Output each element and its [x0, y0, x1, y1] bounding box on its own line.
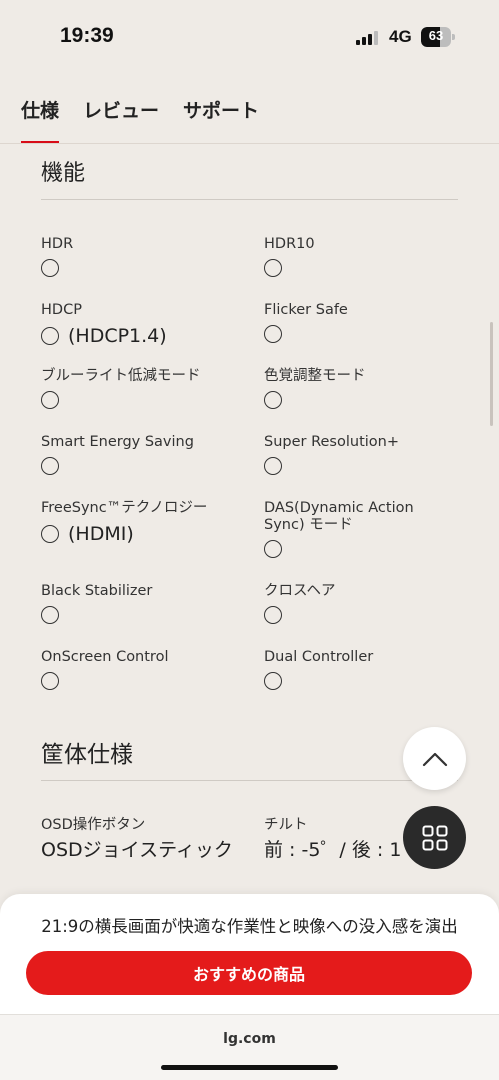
spec-blue-light: ブルーライト低減モード — [41, 368, 241, 409]
section-divider — [41, 780, 458, 781]
spec-label: チルト — [264, 817, 308, 833]
spec-label: OSD操作ボタン — [41, 817, 146, 833]
circle-icon — [264, 325, 282, 343]
grid-icon — [422, 825, 447, 850]
circle-icon — [264, 540, 282, 558]
circle-icon — [41, 327, 59, 345]
section-title-functions: 機能 — [41, 161, 86, 186]
scrollbar[interactable] — [490, 322, 493, 426]
spec-label: Dual Controller — [264, 649, 374, 665]
spec-color-weakness: 色覚調整モード — [264, 368, 464, 409]
circle-icon — [41, 391, 59, 409]
spec-hdr10: HDR10 — [264, 236, 464, 277]
circle-icon — [264, 259, 282, 277]
spec-label: HDCP — [41, 302, 82, 318]
spec-super-resolution: Super Resolution+ — [264, 434, 464, 475]
network-type: 4G — [389, 27, 412, 46]
spec-tilt: チルト 前 : -5゜/ 後 : 1 — [264, 817, 424, 862]
spec-value: OSDジョイスティック — [41, 839, 233, 861]
section-title-housing: 筐体仕様 — [41, 742, 133, 768]
promo-sheet: 21:9の横長画面が快適な作業性と映像への没入感を演出 おすすめの商品 — [0, 894, 499, 1014]
home-indicator[interactable] — [161, 1065, 338, 1070]
spec-value: (HDCP1.4) — [68, 325, 167, 347]
section-divider — [41, 199, 458, 200]
promo-text: 21:9の横長画面が快適な作業性と映像への没入感を演出 — [41, 917, 458, 936]
spec-osd-button: OSD操作ボタン OSDジョイスティック — [41, 817, 241, 862]
tab-specs[interactable]: 仕様 — [21, 94, 60, 144]
url-text: lg.com — [223, 1031, 276, 1047]
spec-value: 前 : -5゜/ 後 : 1 — [264, 839, 402, 861]
tab-divider — [0, 143, 499, 144]
tab-bar: 仕様 レビュー サポート — [21, 94, 283, 144]
spec-label: ブルーライト低減モード — [41, 368, 201, 384]
battery-level: 63 — [428, 28, 444, 43]
scroll-top-button[interactable] — [403, 727, 466, 790]
spec-hdr: HDR — [41, 236, 241, 277]
status-bar: 19:39 4G 63 — [0, 0, 499, 70]
spec-label: Smart Energy Saving — [41, 434, 194, 450]
signal-icon — [356, 30, 382, 45]
spec-label: クロスヘア — [264, 583, 336, 599]
spec-label: 色覚調整モード — [264, 368, 366, 384]
circle-icon — [41, 525, 59, 543]
spec-label: FreeSync™テクノロジー — [41, 500, 208, 516]
spec-onscreen-control: OnScreen Control — [41, 649, 241, 690]
browser-url-bar[interactable]: lg.com — [0, 1014, 499, 1080]
spec-label: Flicker Safe — [264, 302, 348, 318]
circle-icon — [41, 606, 59, 624]
circle-icon — [41, 259, 59, 277]
circle-icon — [41, 672, 59, 690]
spec-black-stabilizer: Black Stabilizer — [41, 583, 241, 624]
battery-icon: 63 — [421, 27, 455, 47]
tab-reviews[interactable]: レビュー — [83, 94, 159, 144]
spec-dual-controller: Dual Controller — [264, 649, 464, 690]
recommended-products-button[interactable]: おすすめの商品 — [26, 951, 472, 995]
spec-label: OnScreen Control — [41, 649, 169, 665]
spec-freesync: FreeSync™テクノロジー (HDMI) — [41, 500, 241, 545]
circle-icon — [264, 457, 282, 475]
spec-flicker-safe: Flicker Safe — [264, 302, 464, 343]
spec-das-mode: DAS(Dynamic Action Sync) モード — [264, 500, 454, 558]
spec-smart-energy: Smart Energy Saving — [41, 434, 241, 475]
chevron-up-icon — [422, 752, 447, 766]
spec-label: Super Resolution+ — [264, 434, 400, 450]
circle-icon — [41, 457, 59, 475]
spec-label: Black Stabilizer — [41, 583, 153, 599]
circle-icon — [264, 391, 282, 409]
status-time: 19:39 — [60, 24, 114, 47]
menu-button[interactable] — [403, 806, 466, 869]
circle-icon — [264, 672, 282, 690]
spec-label: DAS(Dynamic Action Sync) モード — [264, 500, 414, 533]
spec-label: HDR — [41, 236, 74, 252]
spec-value: (HDMI) — [68, 523, 134, 545]
spec-label: HDR10 — [264, 236, 315, 252]
circle-icon — [264, 606, 282, 624]
spec-crosshair: クロスヘア — [264, 583, 464, 624]
spec-hdcp: HDCP (HDCP1.4) — [41, 302, 241, 347]
tab-support[interactable]: サポート — [183, 94, 259, 144]
